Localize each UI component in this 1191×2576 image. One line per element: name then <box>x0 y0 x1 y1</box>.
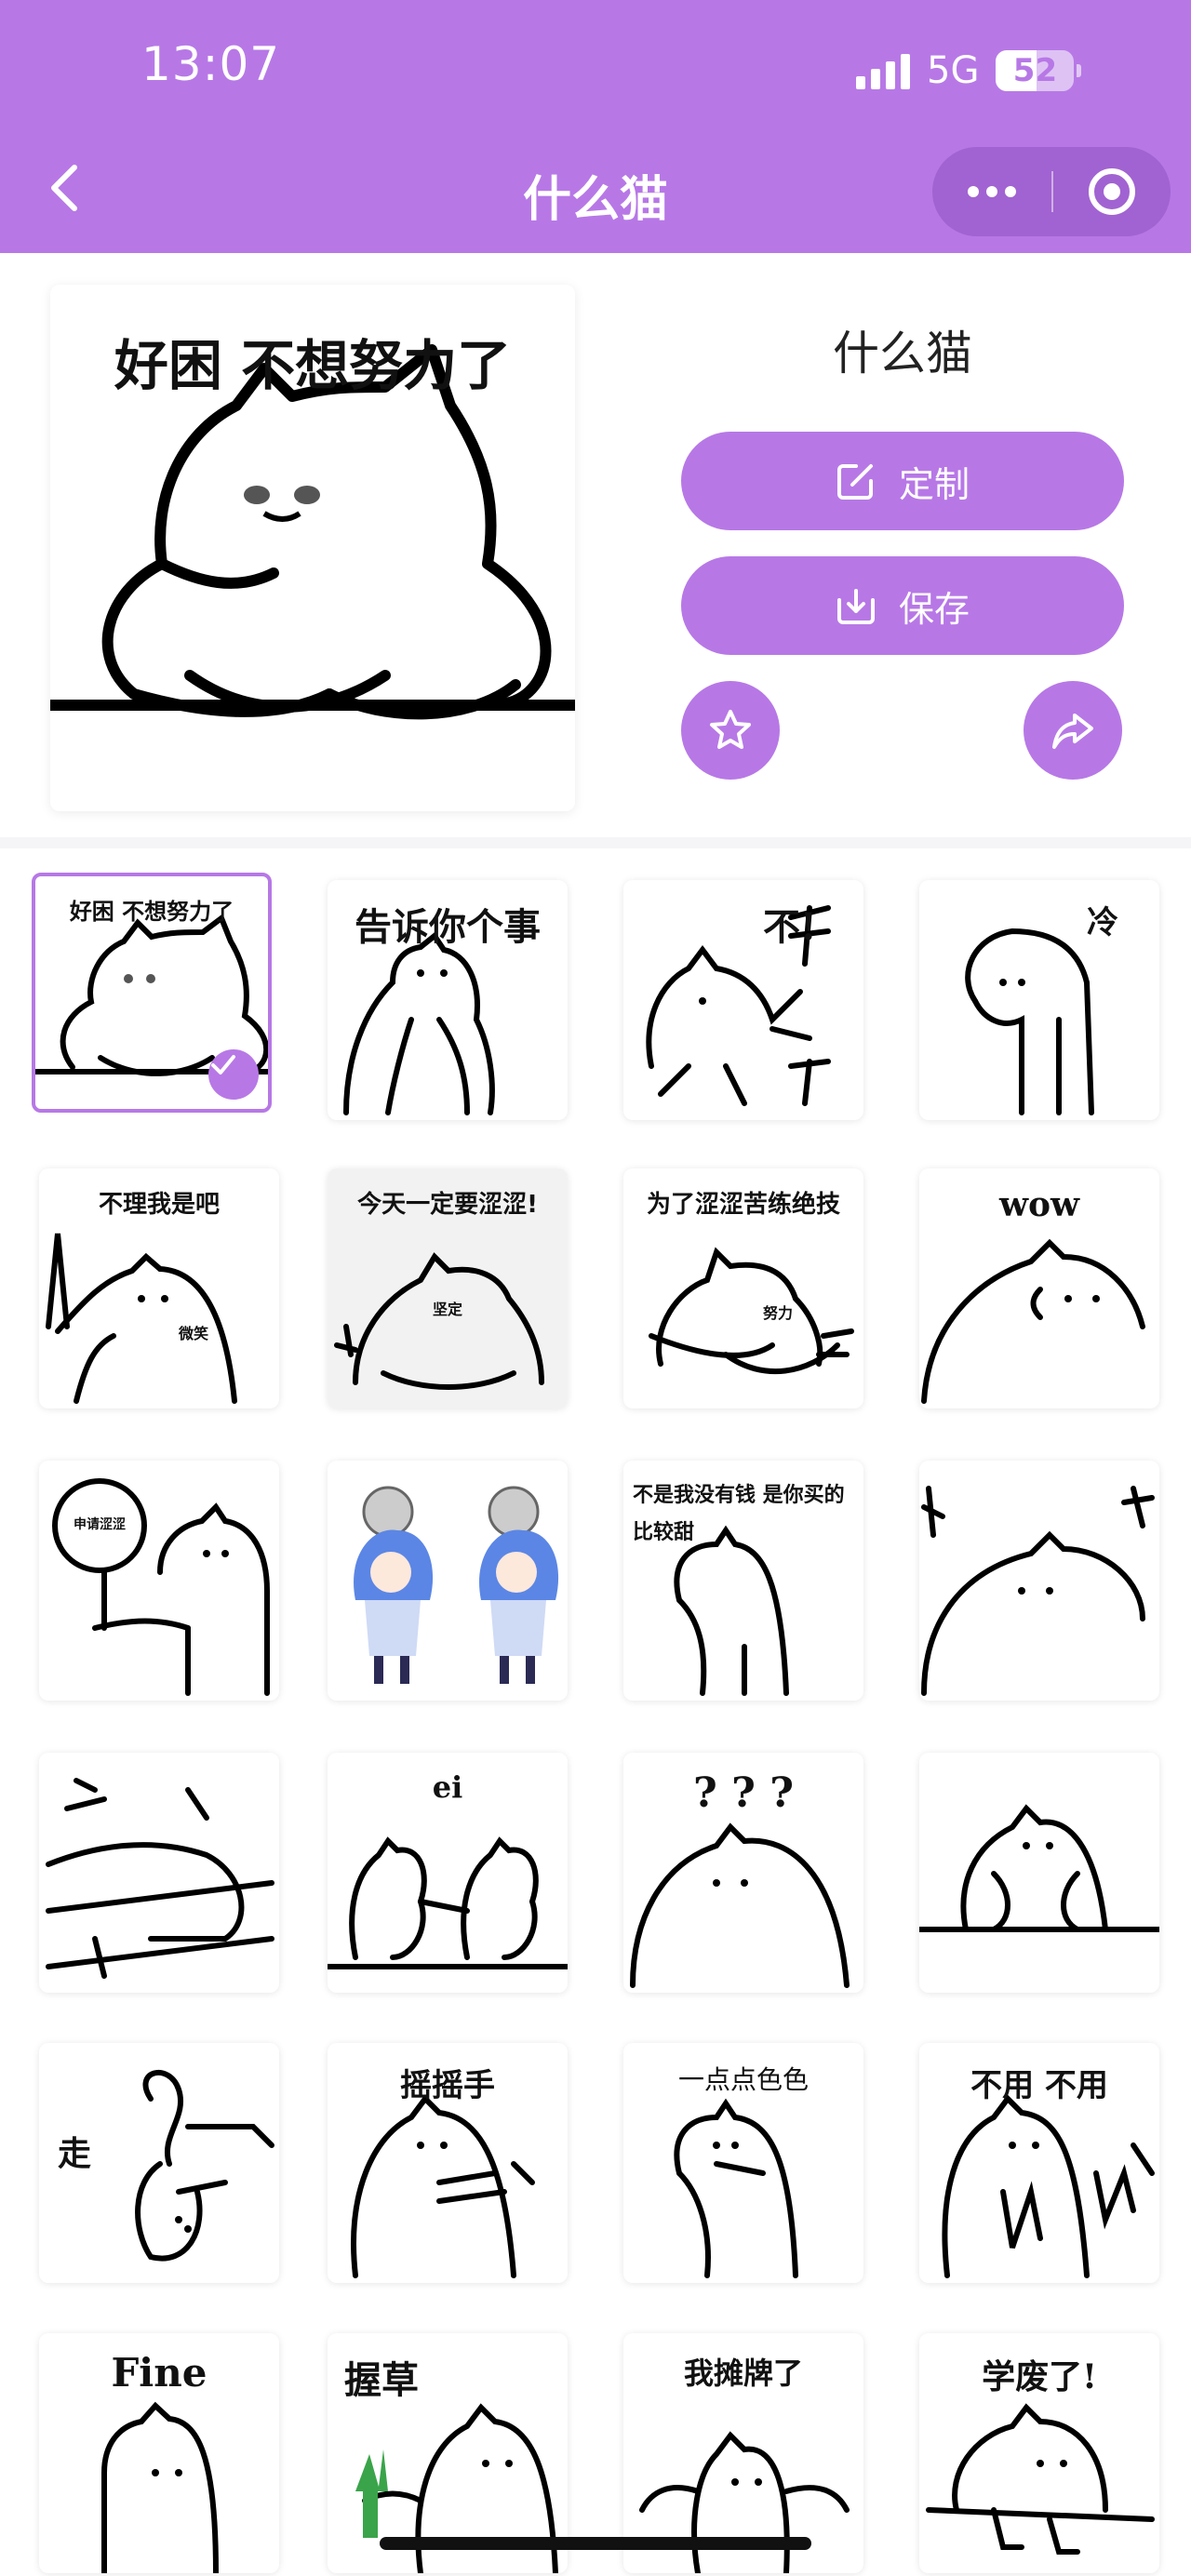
battery-icon: 52 <box>996 50 1082 91</box>
share-button[interactable] <box>1024 681 1122 780</box>
sticker-caption: 摇摇手 <box>400 2067 495 2104</box>
sticker-item[interactable]: 申请涩涩 <box>39 1461 279 1701</box>
mini-program-capsule <box>932 147 1171 236</box>
sticker-extra: 坚定 <box>432 1301 462 1318</box>
sticker-item[interactable]: ei <box>328 1753 568 1993</box>
sticker-caption: 握草 <box>344 2358 419 2402</box>
sticker-item[interactable]: 冷 <box>919 880 1159 1120</box>
sticker-extra: 微笑 <box>179 1325 209 1342</box>
sticker-preview: 好困 不想努力了 <box>50 285 575 811</box>
status-time: 13:07 <box>141 37 281 91</box>
customize-label: 定制 <box>898 463 970 505</box>
sticker-caption: 我摊牌了 <box>683 2356 803 2391</box>
header-bar: 13:07 5G 52 什么猫 <box>0 0 1191 253</box>
sticker-caption: Fine <box>111 2350 207 2396</box>
home-indicator[interactable] <box>380 2537 811 2550</box>
share-icon <box>1052 714 1093 749</box>
sticker-caption: ? ? ? <box>693 1769 794 1817</box>
sticker-name: 什么猫 <box>833 327 972 380</box>
sticker-caption: ei <box>432 1769 463 1805</box>
sticker-item[interactable]: 告诉你个事 <box>328 880 568 1120</box>
check-icon <box>208 1049 259 1100</box>
download-icon <box>836 589 875 624</box>
sticker-caption: 不! <box>763 905 817 949</box>
section-divider <box>0 837 1191 848</box>
save-label: 保存 <box>898 588 970 630</box>
sticker-item[interactable] <box>919 1753 1159 1993</box>
sticker-item[interactable]: 不用 不用 <box>919 2043 1159 2283</box>
sticker-caption: 为了涩涩苦练绝技 <box>646 1191 840 1219</box>
target-icon <box>1089 168 1135 215</box>
sticker-caption: 冷 <box>1087 904 1118 941</box>
save-button[interactable]: 保存 <box>681 556 1124 655</box>
sticker-item[interactable] <box>328 1461 568 1701</box>
sticker-caption: 今天一定要涩涩! <box>357 1191 538 1219</box>
sticker-item[interactable]: ? ? ? <box>623 1753 863 1993</box>
sticker-item[interactable]: 学废了! <box>919 2333 1159 2573</box>
sticker-caption: 不是我没有钱 是你买的比较甜 <box>633 1484 845 1544</box>
network-label: 5G <box>927 49 980 92</box>
sticker-item[interactable]: 不理我是吧 微笑 <box>39 1168 279 1408</box>
sticker-item[interactable]: 走 <box>39 2043 279 2283</box>
sticker-item[interactable]: 不是我没有钱 是你买的比较甜 <box>623 1461 863 1701</box>
sticker-item[interactable] <box>39 1753 279 1993</box>
sticker-caption: 学废了! <box>982 2357 1097 2396</box>
preview-caption: 好困 不想努力了 <box>114 334 512 397</box>
signal-icon <box>856 52 910 89</box>
sticker-caption: wow <box>999 1185 1079 1224</box>
customize-button[interactable]: 定制 <box>681 432 1124 530</box>
sticker-item[interactable]: 好困 不想努力了 <box>32 873 272 1113</box>
sticker-caption: 走 <box>58 2134 92 2173</box>
more-button[interactable] <box>932 147 1051 236</box>
sticker-extra: 申请涩涩 <box>74 1517 126 1532</box>
sticker-item[interactable]: 今天一定要涩涩! 坚定 <box>328 1168 568 1408</box>
sticker-caption: 好困 不想努力了 <box>69 899 234 925</box>
sticker-item[interactable]: 一点点色色 <box>623 2043 863 2283</box>
sticker-item[interactable]: 不! <box>623 880 863 1120</box>
sticker-item[interactable]: 摇摇手 <box>328 2043 568 2283</box>
star-icon <box>710 710 751 749</box>
sticker-caption: 不用 不用 <box>970 2067 1108 2104</box>
sticker-item[interactable] <box>919 1461 1159 1701</box>
sticker-item[interactable]: wow <box>919 1168 1159 1408</box>
favorite-button[interactable] <box>681 681 780 780</box>
edit-icon <box>836 464 873 500</box>
status-icons: 5G 52 <box>856 43 1082 99</box>
sticker-extra: 努力 <box>763 1304 794 1322</box>
sticker-caption: 告诉你个事 <box>355 905 541 949</box>
sticker-item[interactable]: 为了涩涩苦练绝技 努力 <box>623 1168 863 1408</box>
battery-level: 52 <box>1012 52 1058 89</box>
sticker-caption: 不理我是吧 <box>98 1191 220 1219</box>
sticker-caption: 一点点色色 <box>677 2064 809 2095</box>
close-button[interactable] <box>1053 147 1171 236</box>
sticker-item[interactable]: Fine <box>39 2333 279 2573</box>
